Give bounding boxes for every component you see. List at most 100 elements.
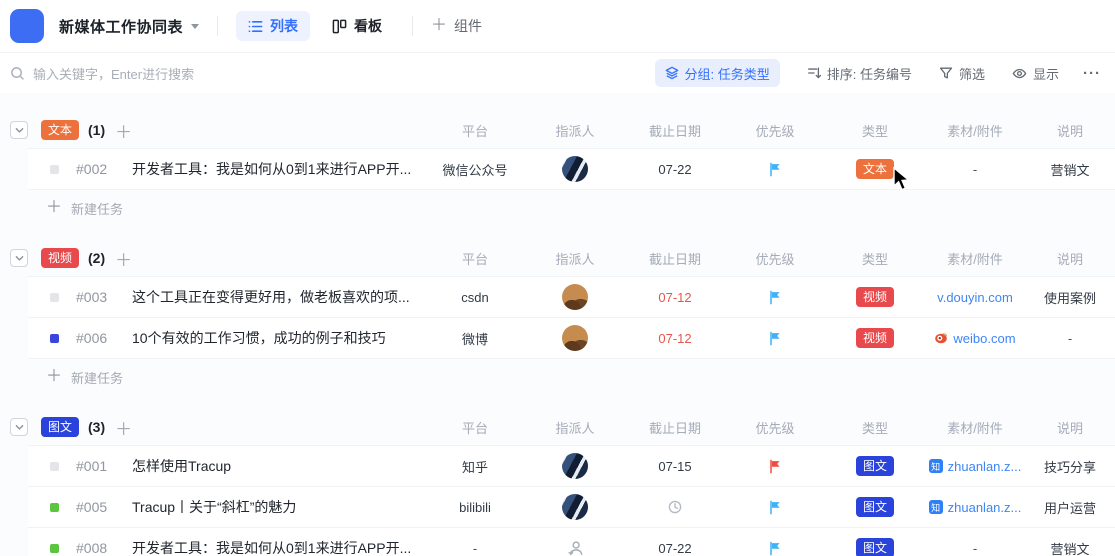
cell-assignee[interactable]	[525, 156, 625, 182]
task-row[interactable]: #002 开发者工具：我是如何从0到1来进行APP开... 微信公众号 07-2…	[28, 148, 1115, 190]
cell-platform[interactable]: -	[425, 541, 525, 556]
dark-avatar[interactable]	[562, 156, 588, 182]
cell-platform[interactable]: csdn	[425, 290, 525, 305]
group-type-badge: 图文	[41, 417, 80, 437]
sort-button[interactable]: 排序: 任务编号	[807, 64, 912, 83]
status-square[interactable]	[50, 461, 59, 471]
priority-flag-red-icon	[769, 459, 780, 473]
cell-priority[interactable]	[725, 290, 825, 305]
cell-due-date[interactable]	[625, 499, 725, 515]
cell-platform[interactable]: 微信公众号	[425, 160, 525, 179]
add-component-button[interactable]: ＋ 组件	[431, 16, 482, 36]
status-square[interactable]	[50, 333, 59, 343]
dark-avatar[interactable]	[562, 453, 588, 479]
type-badge: 图文	[855, 497, 894, 517]
cell-priority[interactable]	[725, 500, 825, 515]
task-title[interactable]: Tracup丨关于“斜杠”的魅力	[132, 497, 425, 517]
cell-type[interactable]: 图文	[825, 497, 925, 517]
group-add-task-icon[interactable]: ＋	[115, 415, 132, 440]
document-title[interactable]: 新媒体工作协同表	[59, 16, 183, 37]
cell-priority[interactable]	[725, 459, 825, 474]
type-badge: 视频	[855, 287, 894, 307]
new-task-button[interactable]: ＋ 新建任务	[0, 190, 1115, 226]
cell-type[interactable]: 视频	[825, 287, 925, 307]
task-title[interactable]: 开发者工具：我是如何从0到1来进行APP开...	[132, 538, 425, 556]
plus-icon: ＋	[46, 199, 63, 216]
cell-note[interactable]: 使用案例	[1025, 288, 1115, 307]
task-title[interactable]: 10个有效的工作习惯，成功的例子和技巧	[132, 328, 425, 348]
cell-note[interactable]: 技巧分享	[1025, 457, 1115, 476]
app-logo[interactable]	[10, 9, 44, 43]
tab-board-view[interactable]: 看板	[320, 11, 394, 41]
column-headers: 平台 指派人 截止日期 优先级 类型 素材/附件 说明	[425, 418, 1115, 437]
cell-note[interactable]: 用户运营	[1025, 498, 1115, 517]
cell-type[interactable]: 图文	[825, 456, 925, 476]
cell-platform[interactable]: 微博	[425, 329, 525, 348]
task-cell: #001 怎样使用Tracup	[28, 456, 425, 476]
cell-platform[interactable]: bilibili	[425, 500, 525, 515]
cell-due-date[interactable]: 07-12	[625, 290, 725, 305]
cell-priority[interactable]	[725, 331, 825, 346]
cell-material[interactable]: weibo.com	[925, 331, 1025, 346]
collapse-group-toggle[interactable]	[10, 418, 28, 436]
display-button[interactable]: 显示	[1012, 64, 1059, 83]
dark-avatar[interactable]	[562, 494, 588, 520]
status-square[interactable]	[50, 543, 59, 553]
task-row[interactable]: #001 怎样使用Tracup 知乎 07-15 图文 知 zhuanlan.z.…	[28, 445, 1115, 487]
material-link[interactable]: 知 zhuanlan.z...	[928, 500, 1021, 515]
group-add-task-icon[interactable]: ＋	[115, 246, 132, 271]
column-header: 指派人	[555, 251, 595, 267]
cell-due-date[interactable]: 07-22	[625, 162, 725, 177]
cell-material[interactable]: -	[925, 541, 1025, 556]
task-row[interactable]: #003 这个工具正在变得更好用，做老板喜欢的项... csdn 07-12 视…	[28, 276, 1115, 318]
cell-note[interactable]: 营销文	[1025, 160, 1115, 179]
cell-material[interactable]: -	[925, 162, 1025, 177]
material-link[interactable]: weibo.com	[934, 331, 1016, 346]
cell-due-date[interactable]: 07-15	[625, 459, 725, 474]
cell-material[interactable]: v.douyin.com	[925, 290, 1025, 305]
cell-material[interactable]: 知 zhuanlan.z...	[925, 459, 1025, 474]
tab-list-view[interactable]: 列表	[236, 11, 311, 41]
column-header: 指派人	[555, 123, 595, 139]
cell-assignee[interactable]	[525, 453, 625, 479]
more-options-button[interactable]: ···	[1083, 65, 1101, 82]
status-square[interactable]	[50, 292, 59, 302]
cell-platform[interactable]: 知乎	[425, 457, 525, 476]
brown-avatar[interactable]	[562, 325, 588, 351]
task-title[interactable]: 怎样使用Tracup	[132, 456, 425, 476]
brown-avatar[interactable]	[562, 284, 588, 310]
cell-assignee[interactable]	[525, 539, 625, 556]
search-input[interactable]: 输入关键字，Enter进行搜索	[10, 64, 655, 83]
cell-material[interactable]: 知 zhuanlan.z...	[925, 500, 1025, 515]
status-square[interactable]	[50, 164, 59, 174]
collapse-group-toggle[interactable]	[10, 121, 28, 139]
cell-note[interactable]: -	[1025, 331, 1115, 346]
group-add-task-icon[interactable]: ＋	[115, 118, 132, 143]
task-row[interactable]: #006 10个有效的工作习惯，成功的例子和技巧 微博 07-12 视频 wei…	[28, 318, 1115, 359]
material-link[interactable]: 知 zhuanlan.z...	[928, 459, 1021, 474]
cell-type[interactable]: 文本	[825, 159, 925, 179]
task-row[interactable]: #005 Tracup丨关于“斜杠”的魅力 bilibili 图文 知 zhuan…	[28, 487, 1115, 528]
task-row[interactable]: #008 开发者工具：我是如何从0到1来进行APP开... - 07-22 图文…	[28, 528, 1115, 556]
cell-priority[interactable]	[725, 541, 825, 556]
collapse-group-toggle[interactable]	[10, 249, 28, 267]
task-title[interactable]: 这个工具正在变得更好用，做老板喜欢的项...	[132, 287, 425, 307]
cell-assignee[interactable]	[525, 325, 625, 351]
cell-due-date[interactable]: 07-12	[625, 331, 725, 346]
group-by-button[interactable]: 分组: 任务类型	[654, 59, 780, 87]
filter-button[interactable]: 筛选	[939, 64, 985, 83]
group-count: (2)	[88, 250, 106, 266]
new-task-button[interactable]: ＋ 新建任务	[0, 359, 1115, 395]
cell-assignee[interactable]	[525, 284, 625, 310]
material-link[interactable]: v.douyin.com	[937, 290, 1013, 305]
cell-type[interactable]: 图文	[825, 538, 925, 556]
task-title[interactable]: 开发者工具：我是如何从0到1来进行APP开...	[132, 159, 425, 179]
cell-type[interactable]: 视频	[825, 328, 925, 348]
task-id: #005	[76, 499, 108, 515]
cell-assignee[interactable]	[525, 494, 625, 520]
status-square[interactable]	[50, 502, 59, 512]
cell-note[interactable]: 营销文	[1025, 539, 1115, 556]
cell-due-date[interactable]: 07-22	[625, 541, 725, 556]
cell-priority[interactable]	[725, 162, 825, 177]
title-dropdown-caret[interactable]	[191, 23, 200, 29]
